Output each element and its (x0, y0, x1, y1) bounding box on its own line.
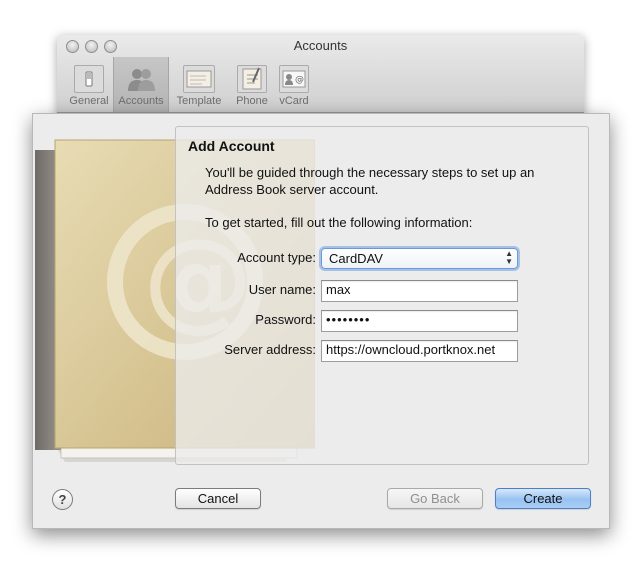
add-account-sheet: @ Add Account You'll be guided through t… (32, 113, 610, 529)
user-name-field[interactable]: max (321, 280, 518, 302)
cancel-button[interactable]: Cancel (175, 488, 261, 509)
create-button[interactable]: Create (495, 488, 591, 509)
user-name-label: User name: (248, 282, 316, 297)
intro-text: You'll be guided through the necessary s… (205, 165, 535, 197)
toolbar-general[interactable]: General (62, 61, 116, 111)
preferences-toolbar: Accounts General Accounts Template Phone… (57, 35, 584, 113)
svg-text:@: @ (295, 75, 304, 85)
go-back-button[interactable]: Go Back (387, 488, 483, 509)
password-field[interactable]: •••••••• (321, 310, 518, 332)
account-type-value: CardDAV (329, 251, 383, 266)
toolbar-template-label: Template (176, 95, 222, 107)
toolbar-accounts-label: Accounts (118, 95, 164, 107)
password-label: Password: (255, 312, 316, 327)
server-address-label: Server address: (224, 342, 316, 357)
toolbar-vcard[interactable]: @ vCard (267, 61, 321, 111)
account-type-select[interactable]: CardDAV ▲ ▼ (321, 248, 518, 269)
toolbar-template[interactable]: Template (172, 61, 226, 111)
toolbar-vcard-label: vCard (279, 95, 309, 107)
select-updown-icon: ▲ ▼ (505, 249, 513, 266)
general-switch-icon (74, 65, 104, 93)
phone-pad-icon (237, 65, 267, 93)
toolbar-general-label: General (69, 95, 109, 107)
server-address-field[interactable]: https://owncloud.portknox.net (321, 340, 518, 362)
template-card-icon (183, 65, 215, 93)
accounts-people-icon (126, 65, 156, 93)
add-account-panel: Add Account You'll be guided through the… (175, 126, 589, 465)
toolbar-accounts[interactable]: Accounts (113, 57, 169, 112)
window-title: Accounts (293, 38, 348, 53)
vcard-icon: @ (279, 65, 309, 93)
sheet-heading: Add Account (188, 138, 275, 154)
help-button[interactable]: ? (52, 489, 73, 510)
account-type-label: Account type: (237, 250, 316, 265)
instruction-text: To get started, fill out the following i… (205, 215, 473, 230)
